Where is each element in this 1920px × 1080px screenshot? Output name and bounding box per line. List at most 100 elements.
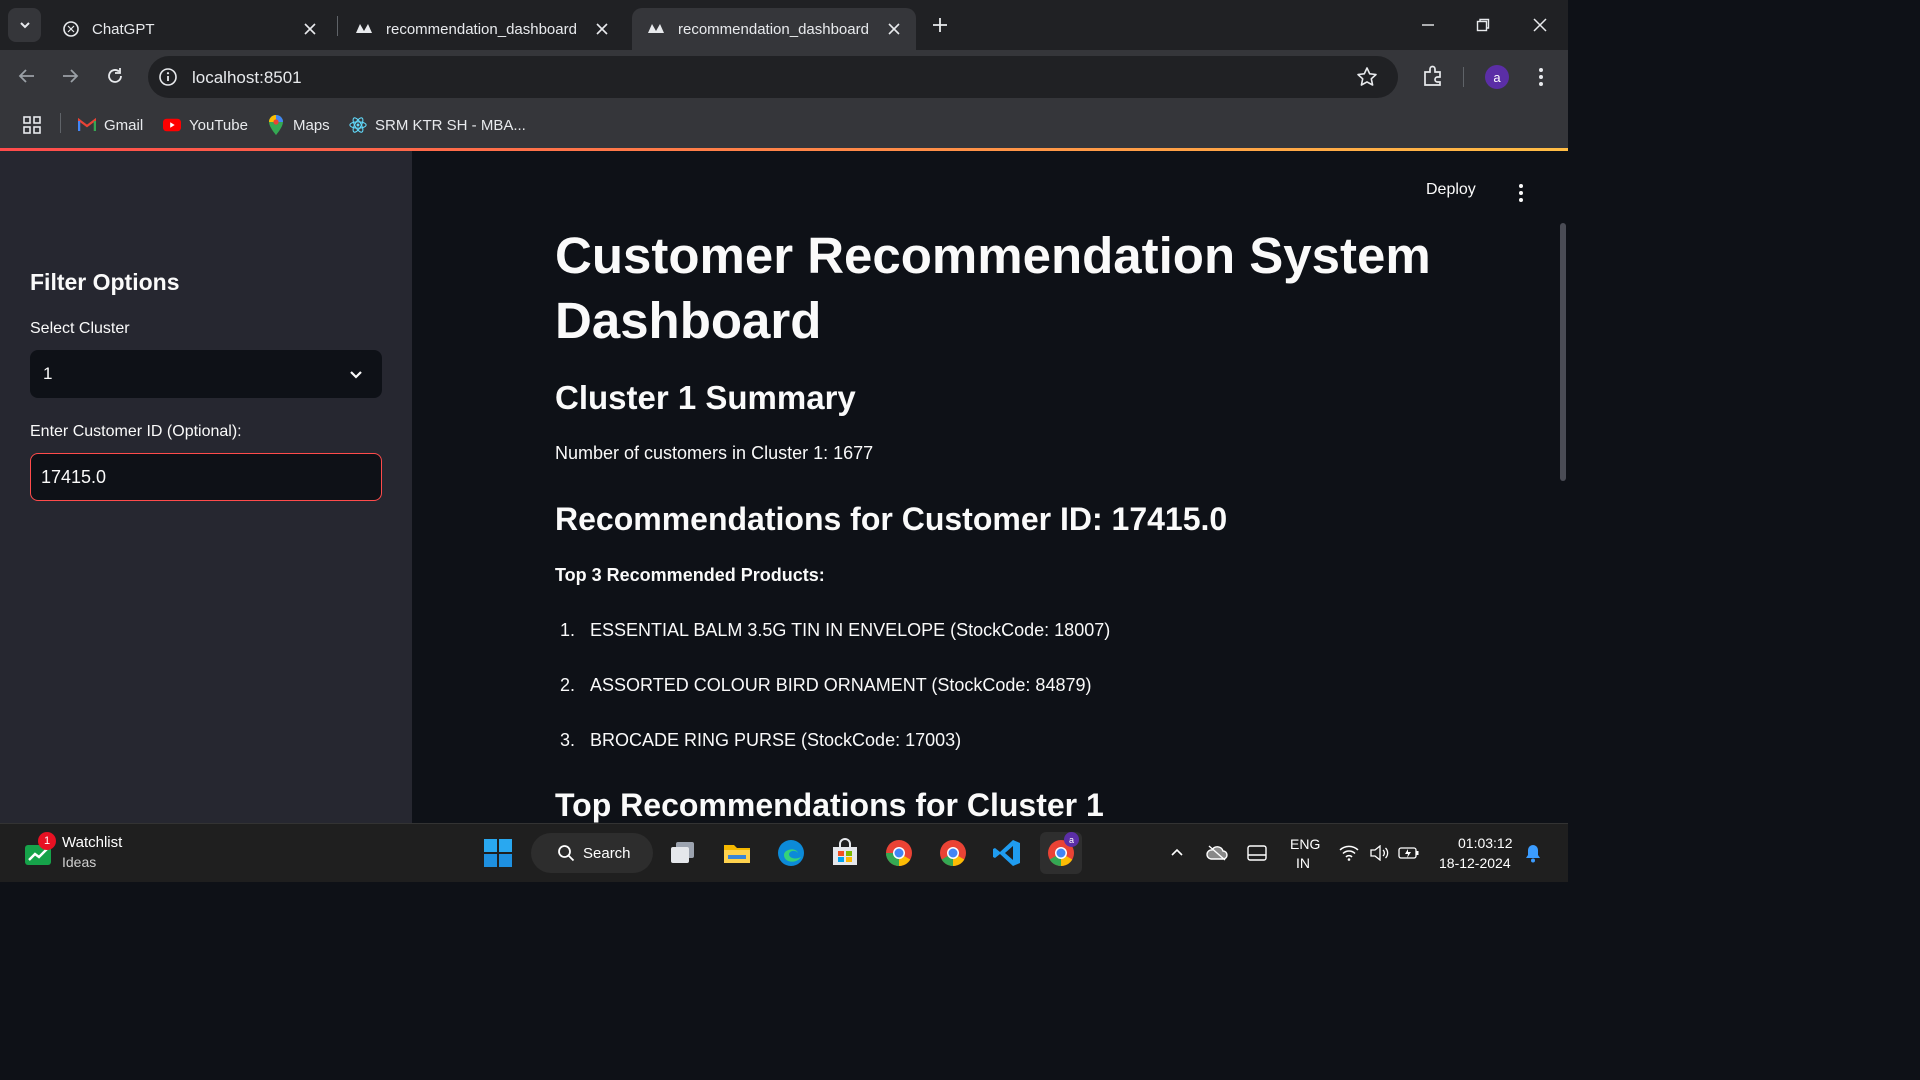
- forward-button[interactable]: [56, 62, 84, 90]
- language-bottom: IN: [1296, 855, 1310, 871]
- plus-icon: [933, 18, 947, 32]
- vscode-icon: [993, 840, 1020, 866]
- browser-titlebar: ChatGPT recommendation_dashboard recomme…: [0, 0, 1568, 50]
- search-label: Search: [583, 844, 631, 862]
- bookmark-maps[interactable]: Maps: [267, 113, 330, 137]
- language-top[interactable]: ENG: [1290, 836, 1320, 852]
- main-content: Deploy Customer Recommendation System Da…: [412, 151, 1568, 823]
- tab-search-button[interactable]: [8, 8, 41, 42]
- info-icon[interactable]: [158, 67, 178, 87]
- reload-icon: [108, 68, 122, 83]
- show-hidden-icons-button[interactable]: [1160, 835, 1194, 871]
- windows-taskbar: 1 Watchlist Ideas Search a ENG IN 01:03:…: [0, 823, 1568, 882]
- display-icon: [1247, 845, 1267, 861]
- list-item-text: ESSENTIAL BALM 3.5G TIN IN ENVELOPE (Sto…: [590, 620, 1111, 640]
- arrow-left-icon: [18, 69, 34, 83]
- minimize-button[interactable]: [1413, 10, 1443, 40]
- chrome-icon: [940, 840, 966, 867]
- list-item-number: 2.: [560, 675, 576, 695]
- sidebar: Filter Options Select Cluster 1 Enter Cu…: [0, 151, 412, 823]
- close-icon: [1533, 18, 1547, 32]
- volume-button[interactable]: [1364, 835, 1394, 871]
- clock-time[interactable]: 01:03:12: [1458, 835, 1513, 851]
- clock-date: 18-12-2024: [1439, 855, 1511, 871]
- page-title: Customer Recommendation System Dashboard: [555, 227, 1431, 349]
- close-icon[interactable]: [300, 19, 320, 39]
- main-menu-icon[interactable]: [1510, 181, 1532, 205]
- list-item: 2. ASSORTED COLOUR BIRD ORNAMENT (StockCo…: [560, 675, 1091, 696]
- bookmark-srm[interactable]: SRM KTR SH - MBA...: [349, 113, 526, 137]
- scrollbar[interactable]: [1560, 223, 1566, 481]
- display-button[interactable]: [1240, 835, 1274, 871]
- gmail-icon: [78, 116, 96, 134]
- url-text: localhost:8501: [192, 68, 302, 87]
- bookmark-label: Maps: [293, 116, 330, 134]
- arrow-right-icon: [63, 69, 79, 83]
- watchlist-title[interactable]: Watchlist: [62, 834, 122, 851]
- chrome-button[interactable]: [881, 835, 917, 871]
- edge-button[interactable]: [773, 835, 809, 871]
- cluster-select[interactable]: 1: [30, 350, 382, 398]
- folder-icon: [724, 845, 750, 863]
- new-tab-button[interactable]: [928, 13, 952, 37]
- deploy-button[interactable]: Deploy: [1426, 181, 1476, 199]
- start-button[interactable]: [480, 835, 516, 871]
- streamlit-icon: [356, 24, 372, 33]
- customer-count-text: Number of customers in Cluster 1: 1677: [555, 443, 874, 463]
- list-item-text: BROCADE RING PURSE (StockCode: 17003): [590, 730, 962, 750]
- task-view-button[interactable]: [665, 835, 701, 871]
- watchlist-badge: 1: [38, 832, 56, 850]
- browser-menu-icon[interactable]: [1530, 65, 1552, 89]
- list-item: 1. ESSENTIAL BALM 3.5G TIN IN ENVELOPE (S…: [560, 620, 1110, 641]
- store-button[interactable]: [827, 835, 863, 871]
- volume-icon: [1370, 845, 1389, 861]
- cluster-top-heading: Top Recommendations for Cluster 1: [555, 787, 1104, 823]
- apps-button[interactable]: [22, 113, 42, 137]
- tab-title: recommendation_dashboard: [678, 20, 869, 38]
- chrome-profile-badge: a: [1064, 832, 1079, 847]
- customer-id-label: Enter Customer ID (Optional):: [30, 423, 242, 440]
- vscode-button[interactable]: [989, 835, 1025, 871]
- toolbar-separator: [1463, 67, 1464, 87]
- profile-avatar[interactable]: a: [1485, 65, 1509, 89]
- maps-icon: [267, 115, 285, 135]
- windows-logo-icon: [484, 839, 512, 867]
- apps-grid-icon: [23, 116, 41, 134]
- wifi-button[interactable]: [1334, 835, 1364, 871]
- restore-button[interactable]: [1468, 10, 1498, 40]
- tab-recommendation-dashboard[interactable]: recommendation_dashboard: [340, 8, 624, 50]
- onedrive-button[interactable]: [1200, 835, 1234, 871]
- youtube-icon: [163, 116, 181, 134]
- chevron-down-icon: [350, 371, 362, 379]
- file-explorer-button[interactable]: [719, 835, 755, 871]
- bookmark-gmail[interactable]: Gmail: [78, 113, 143, 137]
- bookmark-star-icon[interactable]: [1356, 66, 1378, 88]
- chrome-icon: [885, 840, 912, 867]
- task-view-icon: [671, 842, 694, 863]
- tab-separator: [337, 16, 338, 36]
- restore-icon: [1476, 18, 1490, 32]
- close-window-button[interactable]: [1525, 10, 1555, 40]
- extensions-icon[interactable]: [1420, 63, 1446, 89]
- screen: ChatGPT recommendation_dashboard recomme…: [0, 0, 1568, 882]
- tab-recommendation-dashboard-active[interactable]: recommendation_dashboard: [632, 8, 916, 50]
- bookmarks-separator: [60, 113, 61, 133]
- back-button[interactable]: [13, 62, 41, 90]
- close-icon[interactable]: [884, 19, 904, 39]
- watchlist-subtitle: Ideas: [62, 854, 97, 870]
- notifications-button[interactable]: [1518, 835, 1548, 871]
- customer-id-input[interactable]: [30, 453, 382, 501]
- chevron-up-icon: [1171, 848, 1183, 856]
- list-item-number: 3.: [560, 730, 576, 750]
- close-icon[interactable]: [592, 19, 612, 39]
- bookmarks-bar: Gmail YouTube Maps SRM KTR SH - MBA...: [0, 102, 1568, 148]
- chrome-profile-button[interactable]: [935, 835, 971, 871]
- battery-button[interactable]: [1394, 835, 1424, 871]
- taskbar-search[interactable]: Search: [531, 833, 653, 873]
- reload-button[interactable]: [101, 62, 129, 90]
- streamlit-icon: [648, 24, 664, 33]
- recommendations-heading: Recommendations for Customer ID: 17415.0: [555, 501, 1228, 537]
- tab-chatgpt[interactable]: ChatGPT: [48, 8, 332, 50]
- address-bar[interactable]: localhost:8501: [148, 56, 1398, 98]
- bookmark-youtube[interactable]: YouTube: [163, 113, 248, 137]
